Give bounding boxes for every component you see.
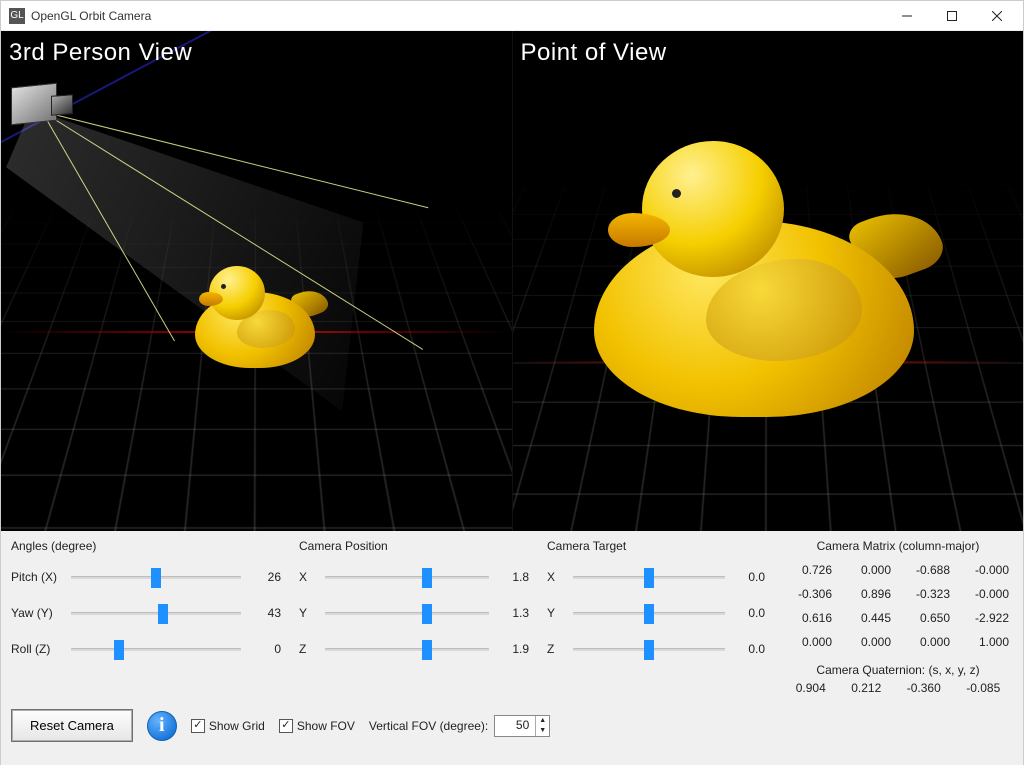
- app-icon: GL: [9, 8, 25, 24]
- vertical-fov-label: Vertical FOV (degree):: [369, 719, 488, 733]
- window-title: OpenGL Orbit Camera: [31, 9, 151, 23]
- matrix-cell: 0.445: [842, 607, 895, 629]
- vertical-fov-value[interactable]: 50: [495, 716, 535, 736]
- camera-position-label: Camera Position: [299, 539, 529, 553]
- roll-label: Roll (Z): [11, 642, 65, 656]
- duck-model: [195, 266, 325, 366]
- camtgt-z-label: Z: [547, 642, 567, 656]
- quaternion-s: 0.904: [796, 681, 826, 695]
- close-icon: [992, 11, 1002, 21]
- camera-position-group: Camera Position X 1.8 Y 1.3 Z 1.9: [299, 539, 529, 695]
- matrix-cell: 0.000: [842, 631, 895, 653]
- camera-quaternion-group: Camera Quaternion: (s, x, y, z) 0.904 0.…: [783, 663, 1013, 695]
- matrix-cell: 0.000: [901, 631, 954, 653]
- show-grid-checkbox[interactable]: ✓ Show Grid: [191, 719, 265, 733]
- matrix-cell: -2.922: [960, 607, 1013, 629]
- checkbox-check-icon: ✓: [191, 719, 205, 733]
- angles-group: Angles (degree) Pitch (X) 26 Yaw (Y) 43 …: [11, 539, 281, 695]
- pitch-slider[interactable]: [71, 566, 241, 588]
- chevron-up-icon[interactable]: ▲: [536, 716, 549, 726]
- camera-quaternion-label: Camera Quaternion: (s, x, y, z): [783, 663, 1013, 677]
- viewport-left-label: 3rd Person View: [9, 39, 192, 67]
- roll-slider[interactable]: [71, 638, 241, 660]
- campos-z-slider[interactable]: [325, 638, 489, 660]
- matrix-cell: 0.616: [783, 607, 836, 629]
- matrix-cell: 1.000: [960, 631, 1013, 653]
- matrix-cell: -0.323: [901, 583, 954, 605]
- window-minimize-button[interactable]: [884, 1, 929, 31]
- campos-y-label: Y: [299, 606, 319, 620]
- show-grid-label: Show Grid: [209, 719, 265, 733]
- matrix-cell: 0.650: [901, 607, 954, 629]
- campos-x-label: X: [299, 570, 319, 584]
- quaternion-y: -0.360: [907, 681, 941, 695]
- yaw-label: Yaw (Y): [11, 606, 65, 620]
- matrix-cell: -0.306: [783, 583, 836, 605]
- viewports: 3rd Person View Point of View: [1, 31, 1023, 531]
- camtgt-x-label: X: [547, 570, 567, 584]
- camera-matrix-grid: 0.726 0.000 -0.688 -0.000 -0.306 0.896 -…: [783, 559, 1013, 653]
- viewport-third-person[interactable]: 3rd Person View: [1, 31, 512, 531]
- roll-value: 0: [247, 642, 281, 656]
- show-fov-label: Show FOV: [297, 719, 355, 733]
- campos-y-value: 1.3: [495, 606, 529, 620]
- matrix-cell: -0.688: [901, 559, 954, 581]
- camera-model-icon: [11, 81, 75, 127]
- camera-target-label: Camera Target: [547, 539, 765, 553]
- vertical-fov-field[interactable]: 50 ▲ ▼: [494, 715, 550, 737]
- show-fov-checkbox[interactable]: ✓ Show FOV: [279, 719, 355, 733]
- window-close-button[interactable]: [974, 1, 1019, 31]
- checkbox-check-icon: ✓: [279, 719, 293, 733]
- quaternion-x: 0.212: [851, 681, 881, 695]
- camtgt-z-slider[interactable]: [573, 638, 725, 660]
- campos-y-slider[interactable]: [325, 602, 489, 624]
- matrix-cell: 0.726: [783, 559, 836, 581]
- duck-model: [594, 141, 924, 421]
- matrix-cell: 0.000: [783, 631, 836, 653]
- camera-matrix-group: Camera Matrix (column-major) 0.726 0.000…: [783, 539, 1013, 695]
- info-icon[interactable]: i: [147, 711, 177, 741]
- campos-x-value: 1.8: [495, 570, 529, 584]
- chevron-down-icon[interactable]: ▼: [536, 726, 549, 736]
- camtgt-y-slider[interactable]: [573, 602, 725, 624]
- maximize-icon: [947, 11, 957, 21]
- pitch-value: 26: [247, 570, 281, 584]
- camera-target-group: Camera Target X 0.0 Y 0.0 Z 0.0: [547, 539, 765, 695]
- campos-z-value: 1.9: [495, 642, 529, 656]
- matrix-cell: 0.896: [842, 583, 895, 605]
- angles-label: Angles (degree): [11, 539, 281, 553]
- campos-x-slider[interactable]: [325, 566, 489, 588]
- minimize-icon: [902, 11, 912, 21]
- camtgt-y-label: Y: [547, 606, 567, 620]
- viewport-right-label: Point of View: [521, 39, 667, 67]
- camtgt-y-value: 0.0: [731, 606, 765, 620]
- matrix-cell: -0.000: [960, 583, 1013, 605]
- camtgt-x-value: 0.0: [731, 570, 765, 584]
- camtgt-z-value: 0.0: [731, 642, 765, 656]
- matrix-cell: 0.000: [842, 559, 895, 581]
- camera-matrix-label: Camera Matrix (column-major): [783, 539, 1013, 553]
- window-titlebar: GL OpenGL Orbit Camera: [1, 1, 1023, 31]
- quaternion-z: -0.085: [966, 681, 1000, 695]
- camtgt-x-slider[interactable]: [573, 566, 725, 588]
- controls-panel: Angles (degree) Pitch (X) 26 Yaw (Y) 43 …: [1, 531, 1023, 765]
- campos-z-label: Z: [299, 642, 319, 656]
- matrix-cell: -0.000: [960, 559, 1013, 581]
- yaw-slider[interactable]: [71, 602, 241, 624]
- window-maximize-button[interactable]: [929, 1, 974, 31]
- viewport-pov[interactable]: Point of View: [512, 31, 1024, 531]
- spinner-buttons[interactable]: ▲ ▼: [535, 716, 549, 736]
- reset-camera-button[interactable]: Reset Camera: [11, 709, 133, 742]
- yaw-value: 43: [247, 606, 281, 620]
- pitch-label: Pitch (X): [11, 570, 65, 584]
